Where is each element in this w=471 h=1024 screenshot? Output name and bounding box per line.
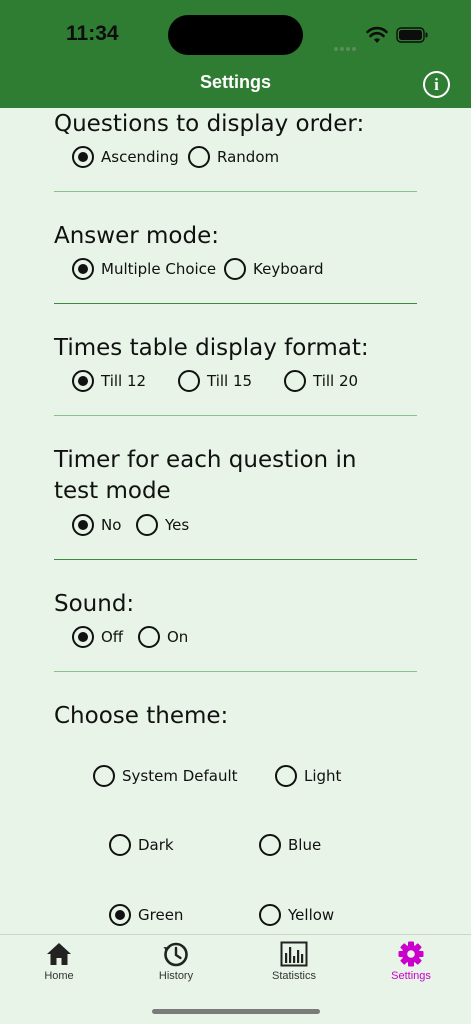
radio-keyboard[interactable]: Keyboard	[224, 258, 324, 280]
radio-till-20[interactable]: Till 20	[284, 370, 358, 392]
radio-theme-system-default[interactable]: System Default	[93, 765, 238, 787]
radio-circle[interactable]	[275, 765, 297, 787]
radio-timer-yes[interactable]: Yes	[136, 514, 189, 536]
radio-circle-selected[interactable]	[72, 514, 94, 536]
radio-label: Till 20	[313, 372, 359, 390]
history-icon	[163, 942, 188, 967]
radio-label: Light	[304, 767, 342, 785]
home-indicator	[152, 1009, 320, 1014]
tab-settings[interactable]: Settings	[371, 941, 451, 982]
radio-circle[interactable]	[284, 370, 306, 392]
answer-mode-section-title: Answer mode:	[54, 223, 219, 249]
radio-sound-on[interactable]: On	[138, 626, 188, 648]
sound-section-title: Sound:	[54, 591, 135, 617]
radio-label: Dark	[138, 836, 174, 854]
radio-circle-selected[interactable]	[72, 626, 94, 648]
tab-label: History	[158, 970, 194, 982]
radio-theme-blue[interactable]: Blue	[259, 834, 321, 856]
radio-circle[interactable]	[136, 514, 158, 536]
radio-circle[interactable]	[259, 834, 281, 856]
radio-label: On	[167, 628, 189, 646]
radio-theme-yellow[interactable]: Yellow	[259, 904, 334, 926]
divider	[54, 303, 417, 304]
radio-label: System Default	[122, 767, 238, 785]
dynamic-island	[168, 15, 303, 55]
status-time: 11:34	[66, 22, 119, 45]
settings-icon	[398, 941, 424, 967]
radio-circle-selected[interactable]	[72, 370, 94, 392]
radio-multiple-choice[interactable]: Multiple Choice	[72, 258, 216, 280]
radio-theme-light[interactable]: Light	[275, 765, 341, 787]
tab-label: Statistics	[271, 970, 316, 982]
radio-circle[interactable]	[178, 370, 200, 392]
radio-label: Ascending	[101, 148, 179, 166]
radio-circle-selected[interactable]	[109, 904, 131, 926]
radio-till-15[interactable]: Till 15	[178, 370, 252, 392]
timer-section-title-line2: test mode	[54, 478, 171, 504]
radio-label: Yellow	[288, 906, 335, 924]
radio-circle[interactable]	[188, 146, 210, 168]
page-title: Settings	[199, 72, 271, 92]
radio-circle[interactable]	[224, 258, 246, 280]
radio-theme-dark[interactable]: Dark	[109, 834, 174, 856]
radio-label: No	[101, 516, 122, 534]
radio-label: Keyboard	[253, 260, 324, 278]
radio-circle[interactable]	[93, 765, 115, 787]
divider	[54, 191, 417, 192]
home-icon	[47, 943, 71, 965]
order-section-title: Questions to display order:	[54, 111, 365, 137]
radio-timer-no[interactable]: No	[72, 514, 121, 536]
info-icon[interactable]: i	[423, 71, 450, 98]
tab-home[interactable]: Home	[19, 941, 99, 982]
nav-header: 11:34 Settings i	[0, 0, 471, 108]
radio-label: Off	[101, 628, 124, 646]
radio-circle[interactable]	[109, 834, 131, 856]
signal-icon	[334, 36, 358, 51]
tab-label: Settings	[391, 970, 431, 982]
radio-label: Blue	[288, 836, 322, 854]
divider	[54, 671, 417, 672]
divider	[54, 415, 417, 416]
times-table-section-title: Times table display format:	[54, 335, 369, 361]
divider	[54, 559, 417, 560]
radio-circle[interactable]	[138, 626, 160, 648]
theme-section-title: Choose theme:	[54, 703, 229, 729]
timer-section-title-line1: Timer for each question in	[54, 447, 357, 473]
radio-circle[interactable]	[259, 904, 281, 926]
radio-ascending[interactable]: Ascending	[72, 146, 179, 168]
radio-label: Green	[138, 906, 184, 924]
radio-sound-off[interactable]: Off	[72, 626, 123, 648]
radio-theme-green[interactable]: Green	[109, 904, 183, 926]
radio-till-12[interactable]: Till 12	[72, 370, 146, 392]
radio-random[interactable]: Random	[188, 146, 279, 168]
radio-label: Yes	[165, 516, 190, 534]
radio-label: Till 15	[207, 372, 253, 390]
radio-label: Random	[217, 148, 280, 166]
radio-label: Multiple Choice	[101, 260, 217, 278]
tab-label: Home	[44, 970, 74, 982]
tab-statistics[interactable]: Statistics	[254, 941, 334, 982]
radio-circle-selected[interactable]	[72, 258, 94, 280]
wifi-icon	[366, 26, 388, 43]
battery-icon	[396, 27, 428, 43]
statistics-icon	[280, 941, 308, 967]
radio-label: Till 12	[101, 372, 147, 390]
tab-history[interactable]: History	[136, 941, 216, 982]
radio-circle-selected[interactable]	[72, 146, 94, 168]
